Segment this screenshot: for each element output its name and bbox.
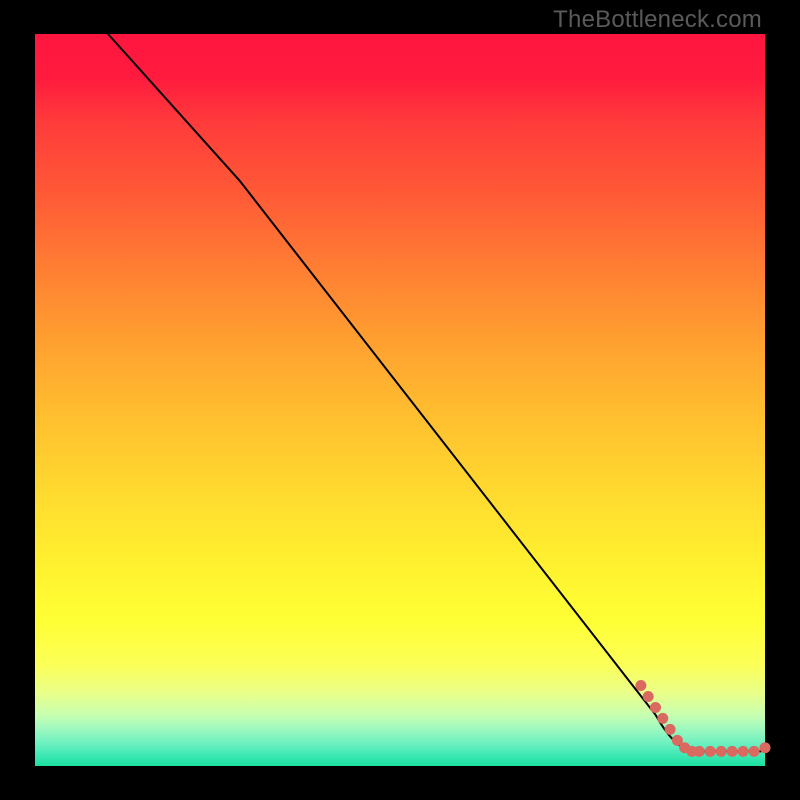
- chart-marker: [738, 746, 749, 757]
- chart-marker: [694, 746, 705, 757]
- chart-marker: [716, 746, 727, 757]
- chart-marker: [665, 724, 676, 735]
- chart-marker: [643, 691, 654, 702]
- chart-marker: [650, 702, 661, 713]
- chart-marker: [657, 713, 668, 724]
- chart-marker: [727, 746, 738, 757]
- chart-overlay: [35, 34, 765, 766]
- chart-marker: [635, 680, 646, 691]
- attribution-text: TheBottleneck.com: [553, 6, 762, 34]
- chart-marker: [760, 742, 771, 753]
- chart-markers: [635, 680, 770, 757]
- chart-marker: [749, 746, 760, 757]
- bottleneck-curve: [108, 34, 765, 751]
- chart-marker: [705, 746, 716, 757]
